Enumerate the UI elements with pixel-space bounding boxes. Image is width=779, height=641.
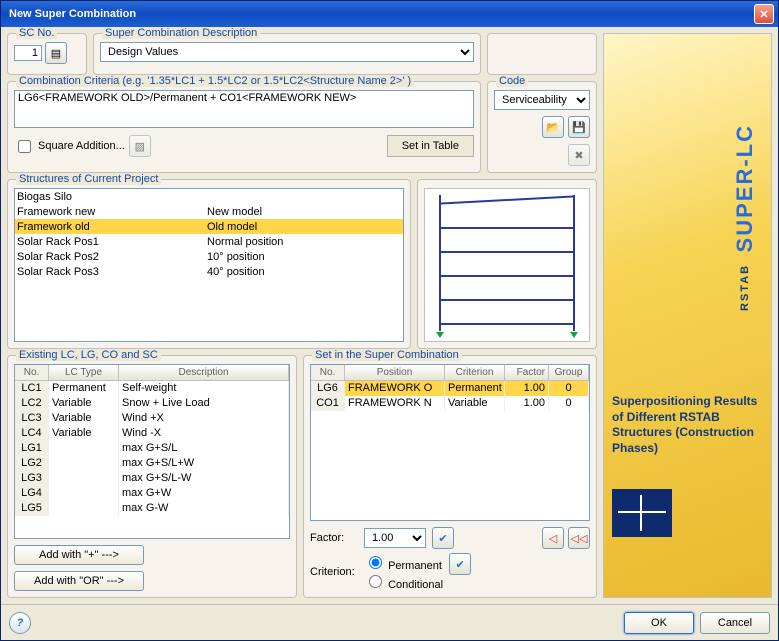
- code-select[interactable]: Serviceability: [494, 90, 590, 110]
- col-set-crit: Criterion: [445, 365, 505, 380]
- table-row[interactable]: LG1max G+S/L: [15, 441, 289, 456]
- close-icon[interactable]: ✕: [754, 4, 774, 24]
- criteria-textarea[interactable]: LG6<FRAMEWORK OLD>/Permanent + CO1<FRAME…: [14, 90, 474, 128]
- description-select[interactable]: Design Values: [100, 42, 474, 62]
- add-with-plus-button[interactable]: Add with "+" --->: [14, 545, 144, 565]
- table-row[interactable]: LG5max G-W: [15, 501, 289, 516]
- table-row[interactable]: LG4max G+W: [15, 486, 289, 501]
- table-row[interactable]: CO1FRAMEWORK NVariable1.000: [311, 396, 589, 411]
- square-addition-checkbox[interactable]: [18, 140, 31, 153]
- permanent-radio[interactable]: [369, 556, 382, 569]
- sc-list-icon[interactable]: ▤: [45, 42, 67, 64]
- save-icon[interactable]: 💾: [568, 116, 590, 138]
- criteria-group: Combination Criteria (e.g. '1.35*LC1 + 1…: [7, 81, 481, 173]
- table-row[interactable]: LC3VariableWind +X: [15, 411, 289, 426]
- set-in-table-button[interactable]: Set in Table: [387, 135, 474, 157]
- table-row[interactable]: LG3max G+S/L-W: [15, 471, 289, 486]
- conditional-radio-label[interactable]: Conditional: [364, 579, 443, 591]
- col-desc: Description: [119, 365, 289, 380]
- square-addition-label: Square Addition...: [38, 140, 125, 152]
- existing-table[interactable]: No. LC Type Description LC1PermanentSelf…: [14, 364, 290, 539]
- table-row[interactable]: LC4VariableWind -X: [15, 426, 289, 441]
- ok-button[interactable]: OK: [624, 612, 694, 634]
- description-group: Super Combination Description Design Val…: [93, 33, 481, 75]
- sc-no-group: SC No. ▤: [7, 33, 87, 75]
- existing-label: Existing LC, LG, CO and SC: [16, 349, 161, 361]
- preview-group: [417, 179, 597, 349]
- col-set-grp: Group: [549, 365, 589, 380]
- footer: ? OK Cancel: [1, 604, 778, 640]
- criterion-label: Criterion:: [310, 566, 358, 578]
- dialog-window: New Super Combination ✕ SC No. ▤ Super C…: [0, 0, 779, 641]
- rewind-icon[interactable]: ◁◁: [568, 527, 590, 549]
- description-label: Super Combination Description: [102, 27, 260, 39]
- blank-group: [487, 33, 597, 75]
- banner-logo-icon: [612, 489, 672, 537]
- window-title: New Super Combination: [5, 8, 754, 20]
- structures-label: Structures of Current Project: [16, 173, 161, 185]
- code-group: Code Serviceability 📂 💾 ✖: [487, 81, 597, 173]
- list-item[interactable]: Solar Rack Pos1Normal position: [15, 234, 403, 249]
- list-item[interactable]: Framework newNew model: [15, 204, 403, 219]
- permanent-radio-label[interactable]: Permanent: [364, 560, 442, 572]
- structure-preview: [424, 188, 590, 342]
- add-with-or-button[interactable]: Add with "OR" --->: [14, 571, 144, 591]
- criterion-apply-icon[interactable]: ✔: [449, 553, 471, 575]
- existing-group: Existing LC, LG, CO and SC No. LC Type D…: [7, 355, 297, 598]
- pick-icon: ▨: [129, 135, 151, 157]
- prev-icon[interactable]: ◁: [542, 527, 564, 549]
- list-item[interactable]: Framework oldOld model: [15, 219, 403, 234]
- table-row[interactable]: LC1PermanentSelf-weight: [15, 381, 289, 396]
- titlebar: New Super Combination ✕: [1, 1, 778, 27]
- cancel-button[interactable]: Cancel: [700, 612, 770, 634]
- col-set-no: No.: [311, 365, 345, 380]
- set-table[interactable]: No. Position Criterion Factor Group LG6F…: [310, 364, 590, 521]
- col-set-pos: Position: [345, 365, 445, 380]
- structures-list[interactable]: Biogas SiloFramework newNew modelFramewo…: [14, 188, 404, 342]
- sc-no-input[interactable]: [14, 45, 42, 61]
- list-item[interactable]: Biogas Silo: [15, 189, 403, 204]
- list-item[interactable]: Solar Rack Pos210° position: [15, 249, 403, 264]
- table-row[interactable]: LG2max G+S/L+W: [15, 456, 289, 471]
- col-set-fac: Factor: [505, 365, 549, 380]
- col-type: LC Type: [49, 365, 119, 380]
- delete-icon: ✖: [568, 144, 590, 166]
- table-row[interactable]: LC2VariableSnow + Live Load: [15, 396, 289, 411]
- set-group: Set in the Super Combination No. Positio…: [303, 355, 597, 598]
- col-no: No.: [15, 365, 49, 380]
- structures-group: Structures of Current Project Biogas Sil…: [7, 179, 411, 349]
- criteria-label: Combination Criteria (e.g. '1.35*LC1 + 1…: [16, 75, 414, 87]
- sc-no-label: SC No.: [16, 27, 57, 39]
- conditional-radio[interactable]: [369, 575, 382, 588]
- table-row[interactable]: LG6FRAMEWORK OPermanent1.000: [311, 381, 589, 396]
- list-item[interactable]: Solar Rack Pos340° position: [15, 264, 403, 279]
- banner-text: Superpositioning Results of Different RS…: [612, 394, 763, 456]
- factor-select[interactable]: 1.00: [364, 528, 426, 548]
- code-label: Code: [496, 75, 528, 87]
- set-label: Set in the Super Combination: [312, 349, 462, 361]
- factor-label: Factor:: [310, 532, 358, 544]
- factor-apply-icon[interactable]: ✔: [432, 527, 454, 549]
- help-icon[interactable]: ?: [9, 612, 31, 634]
- open-folder-icon[interactable]: 📂: [542, 116, 564, 138]
- product-banner: RSTAB SUPER-LC Superpositioning Results …: [603, 33, 772, 598]
